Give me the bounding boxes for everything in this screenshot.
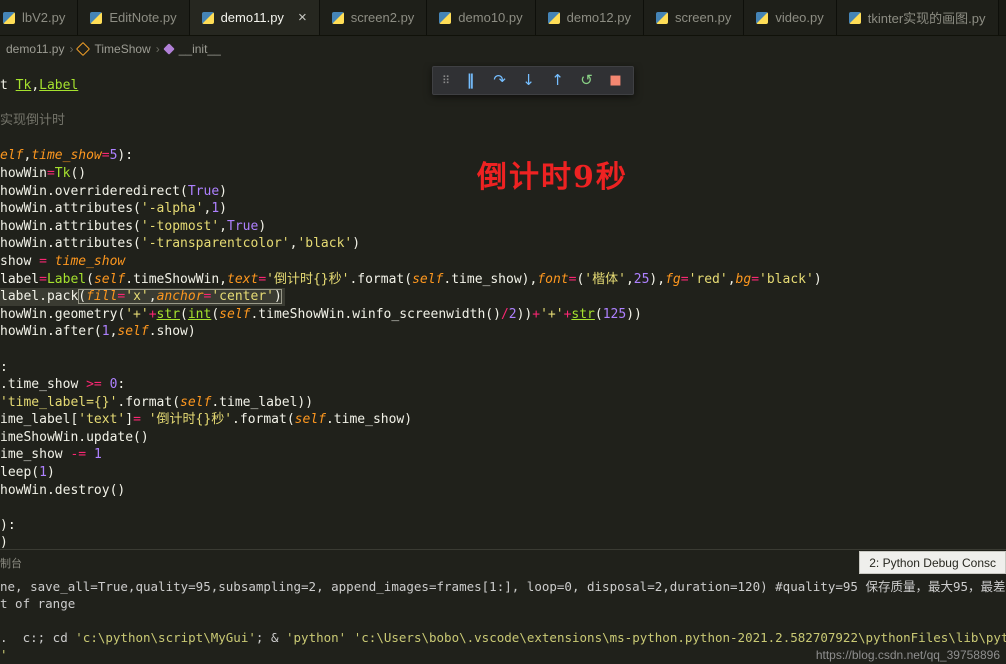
code-line: ime_label['text']= '倒计时{}秒'.format(self.…: [0, 411, 1006, 429]
step-out-button[interactable]: ↑: [543, 67, 572, 94]
code-line: .time_show >= 0:: [0, 376, 1006, 394]
python-file-icon: [439, 12, 451, 24]
code-line: show = time_show: [0, 253, 1006, 271]
stop-button[interactable]: ■: [601, 67, 630, 94]
current-debug-line: label.pack(fill='x',anchor='center'): [0, 288, 285, 306]
code-line: howWin.attributes('-alpha',1): [0, 200, 1006, 218]
close-icon[interactable]: ×: [298, 10, 307, 25]
code-line: [0, 341, 1006, 359]
tab-demo10.py[interactable]: demo10.py: [427, 0, 535, 35]
chevron-right-icon: ›: [69, 42, 73, 56]
bottom-panel: 制台 2: Python Debug Consc ne, save_all=Tr…: [0, 549, 1006, 664]
python-file-icon: [756, 12, 768, 24]
breadcrumb-label: TimeShow: [94, 42, 150, 56]
python-file-icon: [656, 12, 668, 24]
pause-button[interactable]: ‖: [456, 67, 485, 94]
drag-handle-icon[interactable]: ⠿: [436, 67, 456, 94]
code-line: [0, 499, 1006, 517]
code-line: [0, 130, 1006, 148]
tab-video.py[interactable]: video.py: [744, 0, 836, 35]
tab-demo11.py[interactable]: demo11.py ×: [190, 0, 320, 35]
tab-demo12.py[interactable]: demo12.py: [536, 0, 644, 35]
terminal-line: [0, 612, 1006, 629]
breadcrumb-item-TimeShow[interactable]: TimeShow: [78, 42, 150, 56]
countdown-overlay: 倒计时9秒: [477, 152, 628, 196]
code-line: ): [0, 534, 1006, 549]
python-file-icon: [202, 12, 214, 24]
tab-label: EditNote.py: [109, 10, 176, 25]
python-file-icon: [3, 12, 15, 24]
panel-header: 制台 2: Python Debug Consc: [0, 550, 1006, 575]
symbol-class-icon: [76, 42, 90, 56]
tab-label: screen2.py: [351, 10, 415, 25]
tab-label: demo10.py: [458, 10, 522, 25]
vscode-window: lbV2.py EditNote.py demo11.py × screen2.py de…: [0, 0, 1006, 664]
code-line: [0, 95, 1006, 113]
terminal-line: . c:; cd 'c:\python\script\MyGui'; & 'py…: [0, 629, 1006, 646]
tab-screen.py[interactable]: screen.py: [644, 0, 744, 35]
symbol-method-icon: [163, 43, 174, 54]
code-line: label=Label(self.timeShowWin,text='倒计时{}…: [0, 271, 1006, 289]
code-line: howWin.attributes('-topmost',True): [0, 218, 1006, 236]
breadcrumb: demo11.py › TimeShow › __init__: [0, 36, 1006, 62]
debug-statement-box: (fill='x',anchor='center'): [78, 289, 282, 304]
python-file-icon: [548, 12, 560, 24]
code-line: howWin.geometry('+'+str(int(self.timeSho…: [0, 306, 1006, 324]
panel-tab-label-clipped[interactable]: 制台: [0, 555, 22, 571]
chevron-right-icon: ›: [156, 42, 160, 56]
python-file-icon: [332, 12, 344, 24]
breadcrumb-item-__init__[interactable]: __init__: [165, 42, 221, 56]
restart-button[interactable]: ↺: [572, 67, 601, 94]
tab-label: demo12.py: [567, 10, 631, 25]
breadcrumb-label: demo11.py: [6, 42, 64, 56]
tab-label: screen.py: [675, 10, 731, 25]
debug-toolbar[interactable]: ⠿‖↷↓↑↺■: [432, 66, 634, 95]
terminal-picker[interactable]: 2: Python Debug Consc: [859, 551, 1006, 574]
tab-lbV2.py[interactable]: lbV2.py: [0, 0, 78, 35]
breadcrumb-label: __init__: [179, 42, 221, 56]
tab-screen2.py[interactable]: screen2.py: [320, 0, 428, 35]
tab-label: tkinter实现的画图.py: [868, 8, 986, 27]
code-line: ime_show -= 1: [0, 446, 1006, 464]
step-over-button[interactable]: ↷: [485, 67, 514, 94]
code-line: 'time_label={}'.format(self.time_label)): [0, 394, 1006, 412]
editor-tab-bar: lbV2.py EditNote.py demo11.py × screen2.py de…: [0, 0, 1006, 36]
code-line: 实现倒计时: [0, 112, 1006, 130]
tab-tkinter实现的画图.py[interactable]: tkinter实现的画图.py: [837, 0, 999, 35]
tab-label: lbV2.py: [22, 10, 65, 25]
code-line: :: [0, 359, 1006, 377]
python-file-icon: [849, 12, 861, 24]
python-file-icon: [90, 12, 102, 24]
tab-label: demo11.py: [221, 10, 284, 25]
breadcrumb-item-demo11.py[interactable]: demo11.py: [6, 42, 64, 56]
code-line: ):: [0, 517, 1006, 535]
tab-EditNote.py[interactable]: EditNote.py: [78, 0, 189, 35]
tab-label: video.py: [775, 10, 823, 25]
code-line: howWin.destroy(): [0, 482, 1006, 500]
code-line: leep(1): [0, 464, 1006, 482]
code-line: imeShowWin.update(): [0, 429, 1006, 447]
code-lines: t Tk,Label 实现倒计时 elf,time_show=5):howWin…: [0, 62, 1006, 549]
code-editor[interactable]: t Tk,Label 实现倒计时 elf,time_show=5):howWin…: [0, 62, 1006, 549]
terminal-line: t of range: [0, 595, 1006, 612]
code-line: howWin.attributes('-transparentcolor','b…: [0, 235, 1006, 253]
watermark: https://blog.csdn.net/qq_39758896: [816, 648, 1000, 662]
step-into-button[interactable]: ↓: [514, 67, 543, 94]
code-line: howWin.after(1,self.show): [0, 323, 1006, 341]
terminal-line: ne, save_all=True,quality=95,subsampling…: [0, 578, 1006, 595]
